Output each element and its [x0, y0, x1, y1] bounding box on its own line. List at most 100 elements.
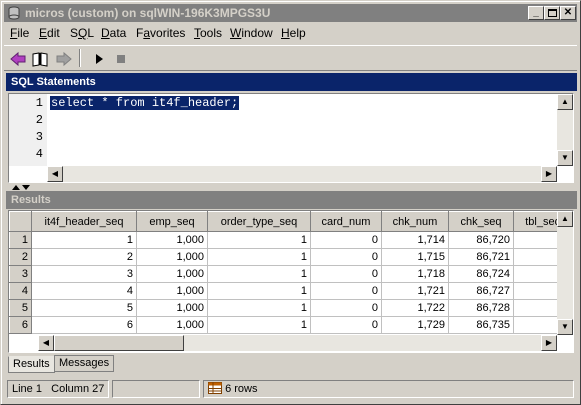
table-cell[interactable]: 0	[310, 316, 382, 334]
table-cell[interactable]: 0	[310, 231, 382, 249]
table-cell[interactable]: 1,714	[381, 231, 449, 249]
minimize-button[interactable]: _	[528, 6, 544, 20]
editor-horizontal-scrollbar[interactable]: ◀ ▶	[47, 166, 557, 182]
scroll-thumb[interactable]	[54, 335, 184, 351]
splitter-arrows-icon[interactable]	[10, 184, 40, 191]
table-cell[interactable]: 1,722	[381, 299, 449, 317]
title-bar[interactable]: micros (custom) on sqlWIN-196K3MPGS3U _ …	[4, 4, 577, 22]
table-cell[interactable]: 86,721	[448, 248, 514, 266]
maximize-button[interactable]	[544, 6, 560, 20]
table-cell[interactable]: 1,000	[136, 265, 208, 283]
execute-play-icon[interactable]	[90, 50, 108, 68]
status-column: Column 27	[51, 383, 105, 395]
pane-splitter[interactable]	[6, 184, 577, 191]
column-header[interactable]: it4f_header_seq	[31, 211, 137, 232]
table-cell[interactable]: 1,000	[136, 282, 208, 300]
table-row[interactable]: 221,000101,71586,7214	[9, 248, 573, 266]
grid-vertical-scrollbar[interactable]: ▲ ▼	[557, 211, 573, 335]
table-cell[interactable]: 86,720	[448, 231, 514, 249]
column-header[interactable]: chk_seq	[448, 211, 514, 232]
column-header[interactable]: chk_num	[381, 211, 449, 232]
grid-horizontal-scrollbar[interactable]: ◀ ▶	[38, 335, 557, 351]
table-cell[interactable]: 5	[31, 299, 137, 317]
scroll-left-icon[interactable]: ◀	[38, 335, 54, 351]
table-cell[interactable]: 0	[310, 248, 382, 266]
table-cell[interactable]: 3	[31, 265, 137, 283]
column-header[interactable]: order_type_seq	[207, 211, 311, 232]
scroll-right-icon[interactable]: ▶	[541, 166, 557, 182]
menu-window[interactable]: Window	[230, 26, 273, 40]
table-cell[interactable]: 4	[31, 282, 137, 300]
scroll-down-icon[interactable]: ▼	[557, 150, 573, 166]
row-number[interactable]: 4	[9, 282, 32, 300]
open-book-icon[interactable]	[31, 50, 49, 68]
row-number[interactable]: 1	[9, 231, 32, 249]
table-cell[interactable]: 6	[31, 316, 137, 334]
table-cell[interactable]: 86,728	[448, 299, 514, 317]
table-cell[interactable]: 1	[31, 231, 137, 249]
table-cell[interactable]: 1,729	[381, 316, 449, 334]
table-cell[interactable]: 1,000	[136, 316, 208, 334]
table-cell[interactable]: 1	[207, 282, 311, 300]
table-cell[interactable]: 1	[207, 231, 311, 249]
table-cell[interactable]: 0	[310, 299, 382, 317]
scroll-up-icon[interactable]: ▲	[557, 211, 573, 227]
maximize-icon	[547, 9, 557, 17]
corner-cell[interactable]	[9, 211, 32, 232]
row-number[interactable]: 2	[9, 248, 32, 266]
table-cell[interactable]: 1,721	[381, 282, 449, 300]
table-row[interactable]: 441,000101,72186,7272	[9, 282, 573, 300]
table-row[interactable]: 661,000101,72986,7351	[9, 316, 573, 334]
forward-arrow-icon[interactable]	[55, 50, 73, 68]
status-row-count: 6 rows	[225, 383, 258, 395]
row-number[interactable]: 5	[9, 299, 32, 317]
back-arrow-icon[interactable]	[9, 50, 27, 68]
scroll-right-icon[interactable]: ▶	[541, 335, 557, 351]
table-cell[interactable]: 0	[310, 265, 382, 283]
scroll-down-icon[interactable]: ▼	[557, 319, 573, 335]
scroll-left-icon[interactable]: ◀	[47, 166, 63, 182]
menu-edit[interactable]: Edit	[39, 26, 60, 40]
row-number[interactable]: 3	[9, 265, 32, 283]
results-grid[interactable]: it4f_header_seq emp_seq order_type_seq c…	[8, 210, 574, 353]
results-header: Results	[6, 191, 577, 209]
table-cell[interactable]: 86,735	[448, 316, 514, 334]
menu-file[interactable]: File	[10, 26, 29, 40]
table-cell[interactable]: 86,727	[448, 282, 514, 300]
stop-icon[interactable]	[112, 50, 130, 68]
tab-results[interactable]: Results	[8, 356, 55, 373]
table-cell[interactable]: 1,000	[136, 231, 208, 249]
sql-editor[interactable]: 1 2 3 4 select * from it4f_header; ▲ ▼ ◀…	[8, 93, 574, 183]
menu-bar: File Edit SQL Data Favorites Tools Windo…	[4, 24, 577, 42]
table-cell[interactable]: 1,715	[381, 248, 449, 266]
column-header[interactable]: emp_seq	[136, 211, 208, 232]
sql-code-selected[interactable]: select * from it4f_header;	[50, 96, 240, 110]
table-cell[interactable]: 1,000	[136, 299, 208, 317]
close-button[interactable]: ✕	[560, 6, 576, 20]
table-cell[interactable]: 1	[207, 248, 311, 266]
app-icon	[8, 6, 20, 20]
column-header[interactable]: card_num	[310, 211, 382, 232]
menu-favorites[interactable]: Favorites	[136, 26, 185, 40]
minimize-icon: _	[533, 7, 539, 18]
table-cell[interactable]: 1	[207, 265, 311, 283]
table-row[interactable]: 551,000101,72286,7285	[9, 299, 573, 317]
table-row[interactable]: 331,000101,71886,7244	[9, 265, 573, 283]
menu-sql[interactable]: SQL	[70, 26, 94, 40]
row-number[interactable]: 6	[9, 316, 32, 334]
table-row[interactable]: 111,000101,71486,7204	[9, 231, 573, 249]
table-cell[interactable]: 1,718	[381, 265, 449, 283]
table-cell[interactable]: 86,724	[448, 265, 514, 283]
table-cell[interactable]: 0	[310, 282, 382, 300]
menu-help[interactable]: Help	[281, 26, 306, 40]
tab-messages[interactable]: Messages	[54, 355, 115, 372]
scroll-up-icon[interactable]: ▲	[557, 94, 573, 110]
menu-tools[interactable]: Tools	[194, 26, 222, 40]
table-cell[interactable]: 1	[207, 299, 311, 317]
menu-data[interactable]: Data	[101, 26, 126, 40]
editor-vertical-scrollbar[interactable]: ▲ ▼	[557, 94, 573, 166]
table-cell[interactable]: 1,000	[136, 248, 208, 266]
table-cell[interactable]: 1	[207, 316, 311, 334]
sql-statements-title: SQL Statements	[11, 76, 96, 88]
table-cell[interactable]: 2	[31, 248, 137, 266]
